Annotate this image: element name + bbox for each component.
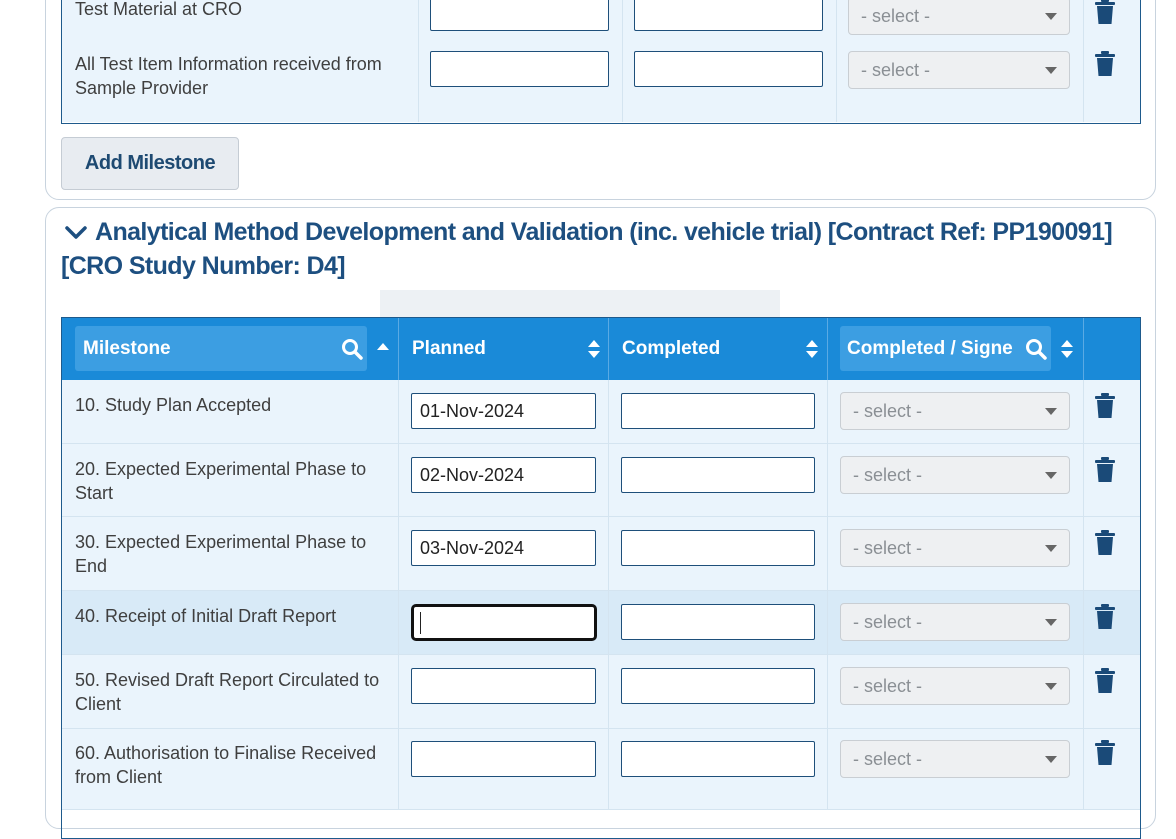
completed-date-input[interactable]	[634, 51, 823, 87]
table-row: 40. Receipt of Initial Draft Report - se…	[62, 591, 1140, 655]
column-header-completed[interactable]: Completed	[622, 318, 720, 380]
chevron-down-icon	[1045, 619, 1057, 626]
signed-select[interactable]: - select -	[840, 392, 1070, 430]
signed-select[interactable]: - select -	[840, 667, 1070, 705]
previous-milestone-table: Test Material at CRO - select - All Test…	[61, 0, 1141, 124]
trash-icon[interactable]	[1094, 668, 1116, 694]
search-icon[interactable]	[1025, 338, 1047, 360]
table-row: 10. Study Plan Accepted - select -	[62, 380, 1140, 444]
table-row: Test Material at CRO - select -	[62, 0, 1140, 48]
chevron-down-icon	[1045, 545, 1057, 552]
completed-date-input[interactable]	[621, 741, 815, 777]
section-title-text: Analytical Method Development and Valida…	[61, 218, 1113, 280]
table-row: 60. Authorisation to Finalise Received f…	[62, 729, 1140, 810]
milestone-label: 20. Expected Experimental Phase to Start	[75, 459, 367, 503]
milestone-label: 50. Revised Draft Report Circulated to C…	[75, 670, 380, 714]
select-value: - select -	[861, 60, 931, 80]
planned-date-input[interactable]	[411, 393, 596, 429]
chevron-down-icon	[1045, 408, 1057, 415]
text-cursor	[420, 612, 421, 634]
select-value: - select -	[853, 749, 923, 769]
planned-date-input[interactable]	[411, 668, 596, 704]
table-row: 30. Expected Experimental Phase to End -…	[62, 517, 1140, 591]
signed-select[interactable]: - select -	[848, 0, 1070, 35]
signed-select[interactable]: - select -	[840, 603, 1070, 641]
trash-icon[interactable]	[1094, 0, 1116, 25]
milestone-table: Milestone Planned Completed Completed / …	[61, 317, 1141, 839]
planned-date-input[interactable]	[411, 741, 596, 777]
planned-date-input[interactable]	[411, 530, 596, 566]
trash-icon[interactable]	[1094, 604, 1116, 630]
milestone-label: All Test Item Information received from …	[75, 54, 382, 98]
planned-date-input[interactable]	[430, 0, 609, 31]
select-value: - select -	[853, 465, 923, 485]
signed-select[interactable]: - select -	[848, 51, 1070, 89]
trash-icon[interactable]	[1094, 457, 1116, 483]
planned-date-input[interactable]	[411, 457, 596, 493]
search-icon[interactable]	[341, 338, 363, 360]
select-value: - select -	[853, 538, 923, 558]
milestone-label: 10. Study Plan Accepted	[75, 395, 272, 415]
column-header-milestone[interactable]: Milestone	[83, 318, 171, 380]
chevron-down-icon	[1045, 13, 1057, 20]
trash-icon[interactable]	[1094, 393, 1116, 419]
select-value: - select -	[853, 676, 923, 696]
milestone-label: 30. Expected Experimental Phase to End	[75, 532, 367, 576]
signed-select[interactable]: - select -	[840, 456, 1070, 494]
select-value: - select -	[853, 612, 923, 632]
chevron-down-icon	[1045, 472, 1057, 479]
planned-date-input[interactable]	[411, 604, 597, 641]
chevron-down-icon	[1045, 67, 1057, 74]
table-header: Milestone Planned Completed Completed / …	[62, 318, 1140, 380]
sort-asc-icon[interactable]	[376, 341, 390, 351]
add-milestone-button[interactable]: Add Milestone	[61, 137, 239, 190]
column-header-planned[interactable]: Planned	[412, 318, 486, 380]
chevron-down-icon[interactable]	[61, 215, 95, 249]
chevron-down-icon	[1045, 683, 1057, 690]
table-row: 20. Expected Experimental Phase to Start…	[62, 444, 1140, 517]
sort-icon[interactable]	[587, 338, 601, 360]
planned-date-input[interactable]	[430, 51, 609, 87]
trash-icon[interactable]	[1094, 740, 1116, 766]
signed-select[interactable]: - select -	[840, 740, 1070, 778]
completed-date-input[interactable]	[621, 393, 815, 429]
milestone-label: Test Material at CRO	[75, 0, 243, 19]
select-value: - select -	[861, 6, 931, 26]
select-value: - select -	[853, 401, 923, 421]
completed-date-input[interactable]	[634, 0, 823, 31]
completed-date-input[interactable]	[621, 457, 815, 493]
chevron-down-icon	[1045, 756, 1057, 763]
sort-icon[interactable]	[1060, 338, 1074, 360]
milestone-label: 60. Authorisation to Finalise Received f…	[75, 743, 377, 787]
sort-icon[interactable]	[805, 338, 819, 360]
completed-date-input[interactable]	[621, 604, 815, 640]
completed-date-input[interactable]	[621, 530, 815, 566]
column-header-signed[interactable]: Completed / Signe	[847, 318, 1019, 380]
completed-date-input[interactable]	[621, 668, 815, 704]
section-title[interactable]: Analytical Method Development and Valida…	[61, 215, 1131, 283]
table-row: All Test Item Information received from …	[62, 47, 1140, 122]
trash-icon[interactable]	[1094, 530, 1116, 556]
trash-icon[interactable]	[1094, 51, 1116, 77]
signed-select[interactable]: - select -	[840, 529, 1070, 567]
milestone-label: 40. Receipt of Initial Draft Report	[75, 606, 337, 626]
table-row: 50. Revised Draft Report Circulated to C…	[62, 655, 1140, 729]
